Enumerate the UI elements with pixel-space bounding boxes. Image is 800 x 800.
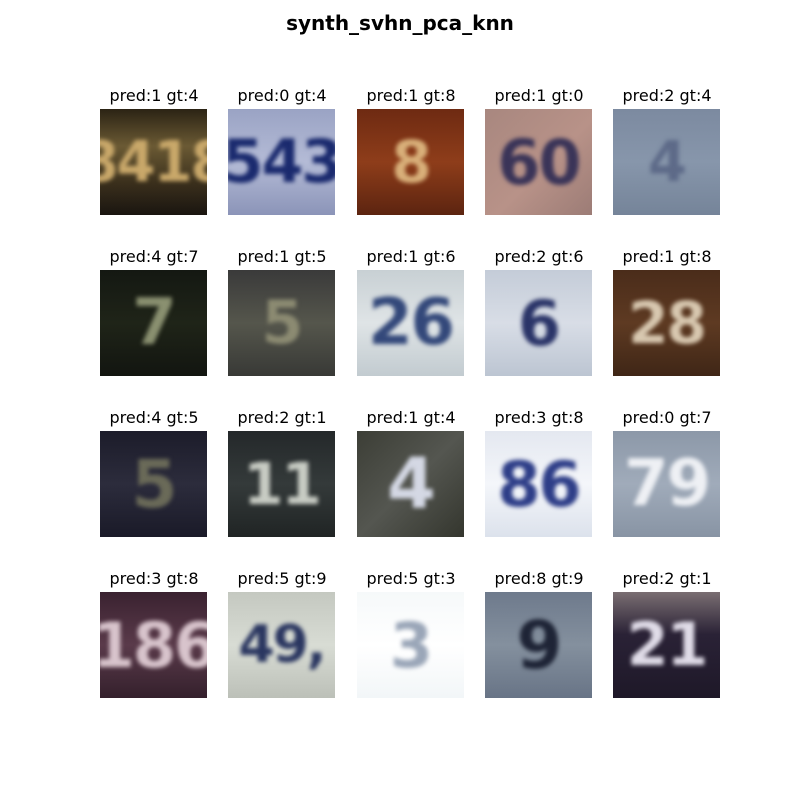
digit-thumbnail: 8418 [100, 109, 207, 215]
sample-label: pred:1 gt:4 [109, 86, 199, 105]
sample-cell: pred:4 gt:5 5 [100, 407, 208, 537]
sample-label: pred:5 gt:3 [366, 569, 456, 588]
sample-cell: pred:3 gt:8 186 [100, 568, 208, 698]
digit-thumbnail: 11 [228, 431, 335, 537]
digit-thumbnail: 7 [100, 270, 207, 376]
digit-thumbnail: 21 [613, 592, 720, 698]
sample-label: pred:1 gt:5 [237, 247, 327, 266]
digit-image-content: 4 [648, 129, 687, 195]
sample-cell: pred:1 gt:5 5 [228, 246, 336, 376]
digit-image-content: 28 [628, 289, 707, 357]
sample-label: pred:4 gt:5 [109, 408, 199, 427]
digit-image-content: 86 [497, 447, 581, 521]
sample-label: pred:8 gt:9 [494, 569, 584, 588]
sample-cell: pred:1 gt:6 26 [357, 246, 465, 376]
digit-thumbnail: 49, [228, 592, 335, 698]
sample-cell: pred:2 gt:1 11 [228, 407, 336, 537]
digit-image-content: 49, [238, 615, 326, 675]
digit-image-content: 26 [367, 286, 455, 360]
digit-thumbnail: 5 [228, 270, 335, 376]
digit-thumbnail: 186 [100, 592, 207, 698]
sample-label: pred:0 gt:4 [237, 86, 327, 105]
digit-image-content: 8418 [100, 129, 207, 195]
sample-label: pred:3 gt:8 [494, 408, 584, 427]
sample-label: pred:1 gt:8 [366, 86, 456, 105]
sample-label: pred:2 gt:4 [622, 86, 712, 105]
sample-label: pred:2 gt:1 [622, 569, 712, 588]
sample-cell: pred:8 gt:9 9 [485, 568, 593, 698]
digit-thumbnail: 4 [613, 109, 720, 215]
sample-label: pred:0 gt:7 [622, 408, 712, 427]
sample-label: pred:2 gt:1 [237, 408, 327, 427]
digit-thumbnail: 4 [357, 431, 464, 537]
digit-image-content: 4 [387, 443, 436, 525]
digit-image-content: 11 [243, 450, 322, 518]
sample-cell: pred:2 gt:1 21 [613, 568, 721, 698]
sample-cell: pred:4 gt:7 7 [100, 246, 208, 376]
sample-cell: pred:0 gt:7 79 [613, 407, 721, 537]
digit-thumbnail: 3 [357, 592, 464, 698]
sample-cell: pred:5 gt:3 3 [357, 568, 465, 698]
digit-thumbnail: 6 [485, 270, 592, 376]
sample-label: pred:1 gt:4 [366, 408, 456, 427]
sample-cell: pred:2 gt:6 6 [485, 246, 593, 376]
digit-image-content: 3 [389, 608, 433, 682]
digit-thumbnail: 9 [485, 592, 592, 698]
sample-grid: pred:1 gt:48418pred:0 gt:4543pred:1 gt:8… [0, 0, 800, 800]
digit-image-content: 5 [131, 445, 178, 523]
digit-thumbnail: 86 [485, 431, 592, 537]
sample-cell: pred:1 gt:0 60 [485, 85, 593, 215]
digit-image-content: 9 [516, 606, 563, 684]
digit-image-content: 8 [391, 128, 431, 196]
digit-image-content: 186 [100, 608, 207, 682]
sample-label: pred:5 gt:9 [237, 569, 327, 588]
sample-cell: pred:1 gt:4 4 [357, 407, 465, 537]
sample-cell: pred:1 gt:8 28 [613, 246, 721, 376]
sample-cell: pred:1 gt:4 8418 [100, 85, 208, 215]
sample-label: pred:1 gt:8 [622, 247, 712, 266]
digit-thumbnail: 8 [357, 109, 464, 215]
digit-thumbnail: 5 [100, 431, 207, 537]
sample-cell: pred:0 gt:4 543 [228, 85, 336, 215]
digit-image-content: 21 [626, 610, 709, 680]
digit-thumbnail: 79 [613, 431, 720, 537]
digit-image-content: 7 [132, 286, 177, 360]
sample-label: pred:1 gt:0 [494, 86, 584, 105]
digit-image-content: 79 [623, 447, 711, 521]
digit-image-content: 60 [497, 125, 581, 199]
sample-cell: pred:1 gt:8 8 [357, 85, 465, 215]
digit-image-content: 5 [261, 288, 304, 358]
digit-thumbnail: 28 [613, 270, 720, 376]
sample-label: pred:1 gt:6 [366, 247, 456, 266]
digit-image-content: 6 [517, 286, 561, 360]
digit-image-content: 543 [228, 127, 335, 197]
sample-cell: pred:3 gt:8 86 [485, 407, 593, 537]
digit-thumbnail: 60 [485, 109, 592, 215]
sample-label: pred:2 gt:6 [494, 247, 584, 266]
digit-thumbnail: 543 [228, 109, 335, 215]
sample-cell: pred:2 gt:4 4 [613, 85, 721, 215]
sample-label: pred:4 gt:7 [109, 247, 199, 266]
sample-cell: pred:5 gt:9 49, [228, 568, 336, 698]
digit-thumbnail: 26 [357, 270, 464, 376]
sample-label: pred:3 gt:8 [109, 569, 199, 588]
